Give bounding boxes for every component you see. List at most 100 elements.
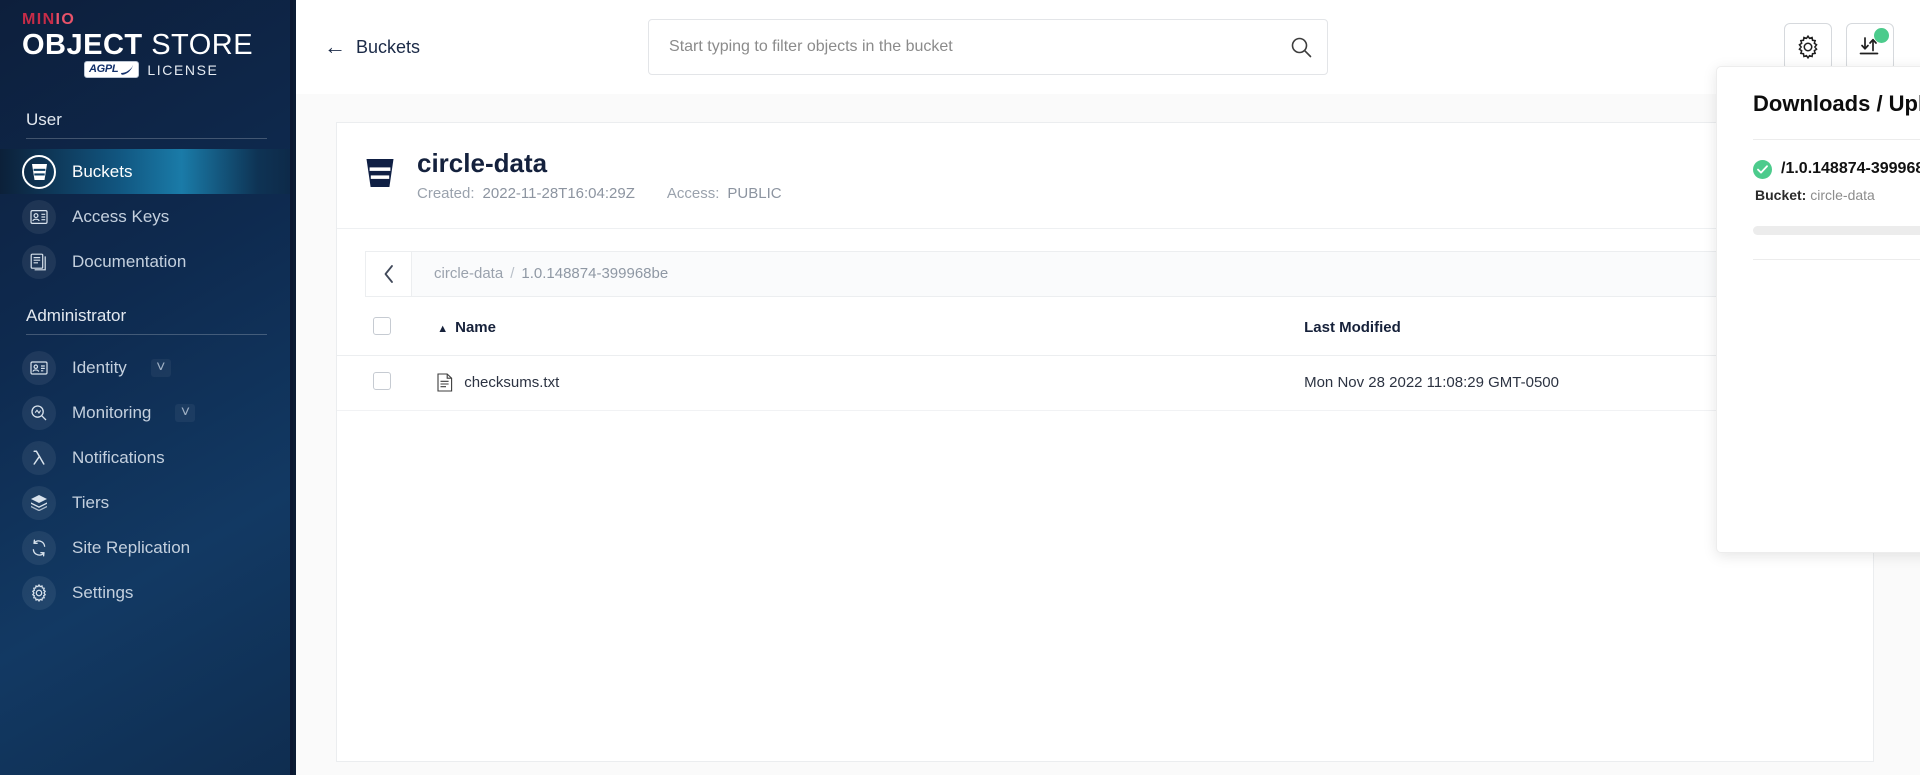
- bucket-icon: [22, 154, 56, 189]
- sidebar-item-label: Tiers: [72, 492, 110, 512]
- access-keys-icon: [22, 199, 56, 234]
- downloads-uploads-button[interactable]: [1845, 23, 1894, 71]
- access-value: PUBLIC: [727, 184, 782, 202]
- progress-bar-track: [1753, 225, 1920, 235]
- sidebar-item-identity[interactable]: Identity ˅: [0, 345, 293, 390]
- breadcrumb-root[interactable]: circle-data: [434, 265, 503, 282]
- download-item-bucket-name: circle-data: [1810, 187, 1875, 203]
- column-header-name-label: Name: [455, 319, 496, 337]
- download-item-progress-row: 100%: [1753, 217, 1920, 243]
- sidebar-item-label: Site Replication: [72, 537, 191, 557]
- select-all-header: [337, 300, 438, 356]
- access-label: Access:: [666, 184, 720, 202]
- downloads-panel-header: Downloads / Uploads ×: [1753, 91, 1920, 139]
- sidebar: MINIO OBJECT STORE AGPL LICENSE User Buc…: [0, 0, 296, 775]
- chevron-left-icon: [384, 264, 393, 283]
- page-title: circle-data: [417, 148, 548, 178]
- sidebar-item-site-replication[interactable]: Site Replication: [0, 525, 293, 570]
- objects-table-head: ▲ Name Last Modified: [337, 300, 1873, 356]
- tiers-icon: [22, 485, 56, 520]
- download-item: /1.0.148874-399968be/checksums.txt × Buc…: [1753, 140, 1920, 259]
- sort-ascending-icon: ▲: [437, 323, 449, 336]
- download-item-header: /1.0.148874-399968be/checksums.txt ×: [1753, 158, 1920, 180]
- identity-icon: [22, 350, 56, 385]
- topbar-actions: [1783, 23, 1898, 71]
- row-checkbox[interactable]: [373, 371, 391, 390]
- minio-console-app: MINIO OBJECT STORE AGPL LICENSE User Buc…: [0, 0, 1920, 775]
- lambda-icon: [22, 440, 56, 475]
- monitoring-icon: [22, 395, 56, 430]
- search-input[interactable]: [669, 38, 1276, 56]
- arrow-left-icon: ←: [324, 34, 346, 59]
- object-name: checksums.txt: [464, 374, 560, 392]
- downloads-panel-title: Downloads / Uploads: [1753, 91, 1920, 116]
- sidebar-item-documentation[interactable]: Documentation: [0, 239, 293, 284]
- main-region: ← Buckets Start typing to filter objects…: [296, 0, 1920, 775]
- minio-io-text: IO: [55, 11, 76, 28]
- success-check-icon: [1753, 159, 1772, 179]
- created-value: 2022-11-28T16:04:29Z: [482, 184, 635, 202]
- gear-icon: [1798, 35, 1818, 59]
- table-row[interactable]: checksums.txt Mon Nov 28 2022 11:08:29 G…: [337, 355, 1873, 411]
- sidebar-item-label: Identity: [72, 357, 127, 377]
- nav-divider-administrator: [26, 334, 267, 336]
- nav-section-user-label: User: [26, 110, 62, 130]
- minio-wordmark: MINIO: [22, 12, 271, 28]
- settings-gear-icon: [22, 575, 56, 610]
- sidebar-item-label: Documentation: [72, 251, 187, 271]
- sidebar-item-tiers[interactable]: Tiers: [0, 480, 293, 525]
- sidebar-item-buckets[interactable]: Buckets: [0, 149, 293, 195]
- search-icon[interactable]: [1290, 36, 1312, 58]
- object-name-group: checksums.txt: [437, 373, 1304, 392]
- site-replication-icon: [22, 530, 56, 565]
- nav-divider-user: [26, 138, 267, 140]
- breadcrumb-separator: /: [510, 265, 515, 283]
- objects-table: ▲ Name Last Modified checksums.txt Mon N…: [337, 300, 1873, 411]
- chevron-down-icon[interactable]: ˅: [175, 403, 196, 422]
- sidebar-item-label: Notifications: [72, 447, 165, 467]
- column-header-last-modified-label: Last Modified: [1304, 319, 1401, 337]
- breadcrumb: circle-data / 1.0.148874-399968be: [365, 250, 1845, 297]
- bucket-header: circle-data Created: 2022-11-28T16:04:29…: [337, 123, 1873, 229]
- sidebar-item-monitoring[interactable]: Monitoring ˅: [0, 390, 293, 435]
- table-header-row: ▲ Name Last Modified: [337, 300, 1873, 356]
- documentation-icon: [22, 244, 56, 279]
- object-store-wordmark: OBJECT STORE: [22, 30, 271, 60]
- downloads-panel-divider-bottom: [1753, 259, 1920, 260]
- license-row: AGPL LICENSE: [22, 61, 271, 79]
- breadcrumb-current[interactable]: 1.0.148874-399968be: [521, 265, 668, 282]
- downloads-uploads-panel: Downloads / Uploads × /1.0.148874: [1716, 66, 1920, 553]
- breadcrumb-path: circle-data / 1.0.148874-399968be: [412, 252, 668, 296]
- sidebar-item-label: Settings: [72, 582, 134, 602]
- sidebar-item-notifications[interactable]: Notifications: [0, 435, 293, 480]
- sidebar-item-label: Buckets: [72, 161, 133, 181]
- sidebar-item-access-keys[interactable]: Access Keys: [0, 194, 293, 239]
- breadcrumb-back-button[interactable]: [366, 251, 412, 296]
- store-text: STORE: [151, 29, 254, 61]
- back-link-label: Buckets: [356, 36, 421, 57]
- search-box[interactable]: [648, 19, 1329, 75]
- column-header-name[interactable]: ▲ Name: [437, 300, 1305, 356]
- content-area: circle-data Created: 2022-11-28T16:04:29…: [296, 94, 1920, 775]
- settings-button[interactable]: [1783, 23, 1832, 71]
- sidebar-item-settings[interactable]: Settings: [0, 570, 293, 615]
- download-item-path: /1.0.148874-399968be/checksums.txt: [1781, 160, 1920, 177]
- sidebar-item-label: Access Keys: [72, 206, 170, 226]
- chevron-down-icon[interactable]: ˅: [150, 358, 171, 377]
- row-name-cell: checksums.txt: [437, 355, 1305, 411]
- agpl-text: AGPL: [89, 63, 119, 76]
- select-all-checkbox[interactable]: [373, 316, 391, 335]
- agpl-badge: AGPL: [84, 61, 140, 79]
- back-to-buckets-link[interactable]: ← Buckets: [324, 36, 420, 58]
- nav-section-administrator-label: Administrator: [26, 306, 127, 326]
- bucket-header-text: circle-data Created: 2022-11-28T16:04:29…: [417, 148, 782, 202]
- bucket-meta: Created: 2022-11-28T16:04:29Z Access: PU…: [417, 185, 782, 202]
- sidebar-item-label: Monitoring: [72, 402, 152, 422]
- download-item-bucket-label: Bucket:: [1755, 187, 1807, 203]
- topbar: ← Buckets: [296, 0, 1920, 94]
- row-select-cell: [337, 355, 438, 411]
- bucket-browser-panel: circle-data Created: 2022-11-28T16:04:29…: [336, 122, 1874, 762]
- brand-logo[interactable]: MINIO OBJECT STORE AGPL LICENSE: [0, 0, 293, 88]
- object-filter-search: [648, 19, 1329, 75]
- bucket-icon: [365, 157, 395, 194]
